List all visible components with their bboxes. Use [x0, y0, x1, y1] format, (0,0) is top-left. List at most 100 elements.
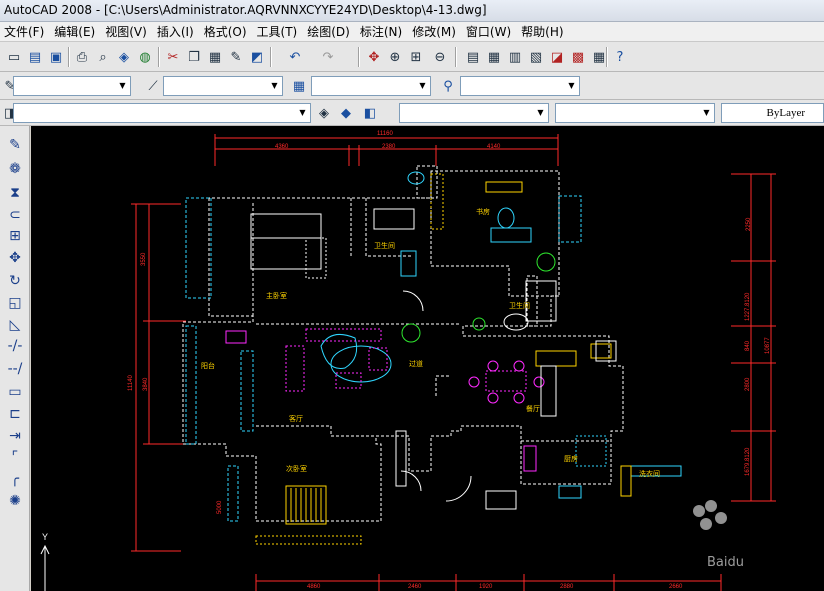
- layer-state-icon[interactable]: ◧: [360, 103, 380, 123]
- menu-help[interactable]: 帮助(H): [517, 22, 567, 42]
- explode-icon[interactable]: ✺: [5, 492, 25, 510]
- dimension-style-icon[interactable]: ⟋: [143, 76, 163, 96]
- linetype-select[interactable]: ▼: [555, 103, 715, 123]
- match-properties-icon[interactable]: ✎: [226, 47, 246, 67]
- move-icon[interactable]: ✥: [5, 249, 25, 267]
- dim-bottom-e: 2660: [669, 584, 683, 590]
- chamfer-icon[interactable]: ⌜: [5, 448, 25, 466]
- pan-icon[interactable]: ✥: [364, 47, 384, 67]
- design-center-icon[interactable]: ▦: [484, 47, 504, 67]
- menu-draw[interactable]: 绘图(D): [303, 22, 354, 42]
- zoom-realtime-icon[interactable]: ⊕: [385, 47, 405, 67]
- layer-current-icon[interactable]: ◈: [314, 103, 334, 123]
- dim-overall-top: 11160: [377, 131, 393, 137]
- quickcalc-icon[interactable]: ▩: [568, 47, 588, 67]
- menu-file[interactable]: 文件(F): [0, 22, 48, 42]
- rotate-icon[interactable]: ↻: [5, 272, 25, 290]
- copy-object-icon[interactable]: ❁: [5, 160, 25, 178]
- dim-right-total: 10877: [765, 337, 771, 354]
- window-title: AutoCAD 2008 - [C:\Users\Administrator.A…: [4, 3, 487, 17]
- dimension-style-select[interactable]: ▼: [163, 76, 283, 96]
- stretch-icon[interactable]: ◺: [5, 316, 25, 334]
- lineweight-select[interactable]: ByLayer: [721, 103, 824, 123]
- baidu-watermark-icon: Baidu: [693, 500, 744, 570]
- ucs-y-label: Y: [42, 532, 48, 542]
- redo-icon[interactable]: ↷: [318, 47, 338, 67]
- dim-left-total: 11140: [128, 375, 134, 391]
- room-kitchen: 厨房: [564, 454, 578, 463]
- trim-icon[interactable]: -/-: [5, 337, 25, 355]
- text-style-select[interactable]: ▼: [13, 76, 131, 96]
- break-at-point-icon[interactable]: ▭: [5, 383, 25, 401]
- title-bar: AutoCAD 2008 - [C:\Users\Administrator.A…: [0, 0, 824, 22]
- lineweight-value: ByLayer: [766, 107, 805, 119]
- zoom-window-icon[interactable]: ⊞: [406, 47, 426, 67]
- dim-right-b: 1227.8120: [745, 292, 751, 321]
- copy-icon[interactable]: ❐: [184, 47, 204, 67]
- menu-tools[interactable]: 工具(T): [253, 22, 302, 42]
- extend-icon[interactable]: --/: [5, 360, 25, 378]
- ucs-axis-icon: [40, 544, 50, 591]
- cut-icon[interactable]: ✂: [163, 47, 183, 67]
- erase-icon[interactable]: ✎: [5, 136, 25, 154]
- dim-left-b: 3840: [143, 377, 149, 391]
- menu-dimension[interactable]: 标注(N): [356, 22, 406, 42]
- menu-format[interactable]: 格式(O): [200, 22, 251, 42]
- markup-icon[interactable]: ◪: [547, 47, 567, 67]
- dim-left-a: 3550: [141, 252, 147, 266]
- table-style-icon[interactable]: ▦: [289, 76, 309, 96]
- dimension-lines: [131, 134, 776, 591]
- floor-plan-drawing: 11160 4360 2380 4140 3550 11140 3840 500…: [40, 131, 776, 591]
- sheet-set-icon[interactable]: ▧: [526, 47, 546, 67]
- room-bath-1: 卫生间: [374, 241, 395, 250]
- properties-icon[interactable]: ▤: [463, 47, 483, 67]
- plot-icon[interactable]: ⎙: [72, 47, 92, 67]
- publish-icon[interactable]: ◈: [114, 47, 134, 67]
- menu-window[interactable]: 窗口(W): [462, 22, 515, 42]
- join-icon[interactable]: ⇥: [5, 427, 25, 445]
- etransmit-icon[interactable]: ◍: [135, 47, 155, 67]
- room-second-bedroom: 次卧室: [286, 464, 307, 473]
- new-file-icon[interactable]: ▭: [4, 47, 24, 67]
- table-style-select[interactable]: ▼: [311, 76, 431, 96]
- standard-toolbar: ▭ ▤ ▣ ⎙ ⌕ ◈ ◍ ✂ ❐ ▦ ✎ ◩ ↶ ↷ ✥ ⊕ ⊞ ⊖ ▤ ▦ …: [0, 42, 824, 72]
- layer-select[interactable]: ▼: [13, 103, 311, 123]
- menu-view[interactable]: 视图(V): [101, 22, 151, 42]
- drawing-canvas[interactable]: 11160 4360 2380 4140 3550 11140 3840 500…: [31, 126, 824, 591]
- color-select[interactable]: ▼: [399, 103, 549, 123]
- menu-edit[interactable]: 编辑(E): [50, 22, 99, 42]
- room-corridor: 过道: [409, 359, 423, 368]
- plot-preview-icon[interactable]: ⌕: [93, 47, 113, 67]
- menu-modify[interactable]: 修改(M): [408, 22, 460, 42]
- multileader-style-icon[interactable]: ⚲: [438, 76, 458, 96]
- dim-left-small: 5000: [217, 500, 223, 514]
- menu-insert[interactable]: 插入(I): [153, 22, 198, 42]
- dimension-labels: 11160 4360 2380 4140 3550 11140 3840 500…: [128, 131, 771, 590]
- room-master-bedroom: 主卧室: [266, 291, 287, 300]
- undo-icon[interactable]: ↶: [285, 47, 305, 67]
- array-icon[interactable]: ⊞: [5, 227, 25, 245]
- layer-previous-icon[interactable]: ◆: [336, 103, 356, 123]
- room-dining: 餐厅: [526, 404, 540, 413]
- dim-bottom-b: 2460: [408, 584, 422, 590]
- multileader-style-select[interactable]: ▼: [460, 76, 580, 96]
- furniture: [250, 208, 617, 510]
- open-file-icon[interactable]: ▤: [25, 47, 45, 67]
- tool-palettes-icon[interactable]: ▥: [505, 47, 525, 67]
- block-editor-icon[interactable]: ◩: [247, 47, 267, 67]
- paste-icon[interactable]: ▦: [205, 47, 225, 67]
- room-bath-2: 卫生间: [509, 301, 530, 310]
- dim-right-d: 2800: [745, 377, 751, 391]
- zoom-previous-icon[interactable]: ⊖: [430, 47, 450, 67]
- menu-bar: 文件(F) 编辑(E) 视图(V) 插入(I) 格式(O) 工具(T) 绘图(D…: [0, 22, 824, 42]
- dim-top-b: 2380: [382, 144, 396, 150]
- fillet-icon[interactable]: ╭: [5, 470, 25, 488]
- room-balcony: 阳台: [201, 361, 215, 370]
- scale-icon[interactable]: ◱: [5, 294, 25, 312]
- help-icon[interactable]: ?: [610, 47, 630, 67]
- properties-toolbar: ◨ ▼ ◈ ◆ ◧ ▼ ▼ ByLayer: [0, 100, 824, 126]
- save-icon[interactable]: ▣: [46, 47, 66, 67]
- break-icon[interactable]: ⊏: [5, 405, 25, 423]
- mirror-icon[interactable]: ⧗: [5, 184, 25, 202]
- offset-icon[interactable]: ⊂: [5, 206, 25, 224]
